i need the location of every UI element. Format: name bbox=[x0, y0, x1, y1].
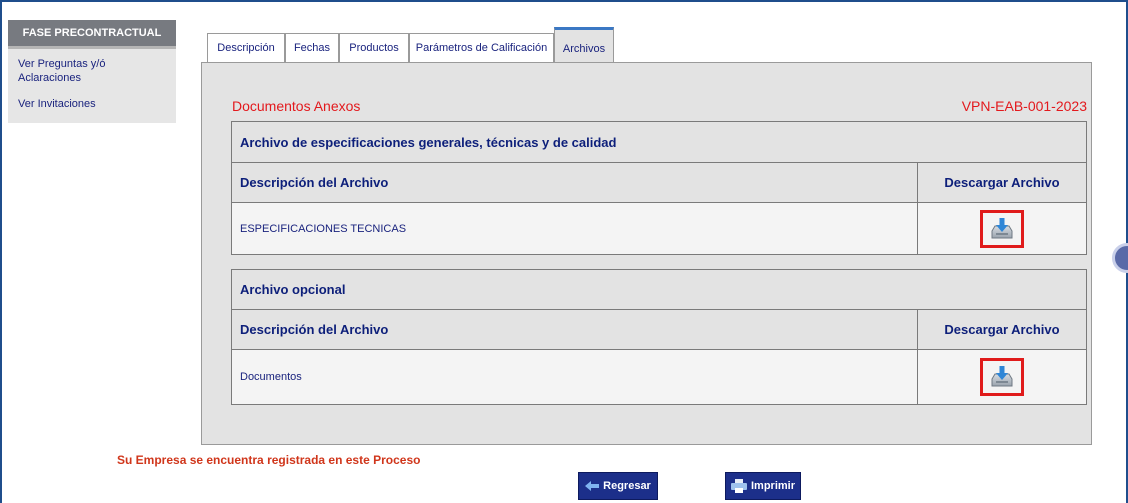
window-border-top bbox=[0, 0, 1128, 2]
table-section-title: Archivo opcional bbox=[240, 282, 346, 297]
download-button[interactable] bbox=[980, 358, 1024, 396]
table-header-row: Descripción del Archivo Descargar Archiv… bbox=[232, 310, 1086, 350]
registration-status-message: Su Empresa se encuentra registrada en es… bbox=[117, 453, 421, 467]
table-header-row: Descripción del Archivo Descargar Archiv… bbox=[232, 163, 1086, 203]
sidebar-item-invitaciones[interactable]: Ver Invitaciones bbox=[8, 97, 176, 111]
sidebar-item-label: Ver Invitaciones bbox=[18, 98, 96, 110]
download-icon bbox=[991, 217, 1013, 238]
sidebar-item-preguntas[interactable]: Ver Preguntas y/ó Aclaraciones bbox=[8, 57, 176, 85]
download-cell bbox=[917, 350, 1086, 404]
arrow-left-icon bbox=[585, 481, 600, 491]
download-button[interactable] bbox=[980, 209, 1024, 248]
table-row: Documentos bbox=[232, 350, 1086, 404]
column-header-download: Descargar Archivo bbox=[917, 163, 1086, 202]
column-header-download: Descargar Archivo bbox=[917, 310, 1086, 349]
column-header-description: Descripción del Archivo bbox=[240, 175, 389, 190]
table-section-header: Archivo de especificaciones generales, t… bbox=[232, 122, 1086, 163]
tab-fechas[interactable]: Fechas bbox=[285, 33, 339, 62]
window-border-left bbox=[0, 0, 2, 503]
download-icon bbox=[991, 366, 1013, 387]
tab-archivos[interactable]: Archivos bbox=[554, 27, 614, 62]
sidebar-item-label: Aclaraciones bbox=[18, 72, 81, 84]
table-section-header: Archivo opcional bbox=[232, 270, 1086, 310]
tab-parametros-calificacion[interactable]: Parámetros de Calificación bbox=[409, 33, 554, 62]
tab-descripcion[interactable]: Descripción bbox=[207, 33, 285, 62]
sidebar: FASE PRECONTRACTUAL Ver Preguntas y/ó Ac… bbox=[8, 20, 176, 123]
column-header-description: Descripción del Archivo bbox=[240, 322, 389, 337]
table-row: ESPECIFICACIONES TECNICAS bbox=[232, 203, 1086, 254]
sidebar-item-label: Ver Preguntas y/ó bbox=[18, 58, 106, 70]
files-table-optional: Archivo opcional Descripción del Archivo… bbox=[231, 269, 1087, 405]
files-table-specifications: Archivo de especificaciones generales, t… bbox=[231, 121, 1087, 255]
table-section-title: Archivo de especificaciones generales, t… bbox=[240, 134, 617, 150]
tab-productos[interactable]: Productos bbox=[339, 33, 409, 62]
file-name: ESPECIFICACIONES TECNICAS bbox=[240, 222, 407, 235]
process-code: VPN-EAB-001-2023 bbox=[961, 98, 1087, 114]
print-button-label: Imprimir bbox=[750, 480, 795, 492]
floating-help-button[interactable] bbox=[1112, 243, 1128, 273]
printer-icon bbox=[730, 479, 747, 493]
print-button[interactable]: Imprimir bbox=[725, 472, 801, 500]
back-button-label: Regresar bbox=[603, 480, 651, 492]
file-name: Documentos bbox=[240, 371, 302, 383]
sidebar-header: FASE PRECONTRACTUAL bbox=[8, 20, 176, 49]
back-button[interactable]: Regresar bbox=[578, 472, 658, 500]
section-title-documentos-anexos: Documentos Anexos bbox=[232, 98, 361, 114]
download-cell bbox=[917, 203, 1086, 254]
